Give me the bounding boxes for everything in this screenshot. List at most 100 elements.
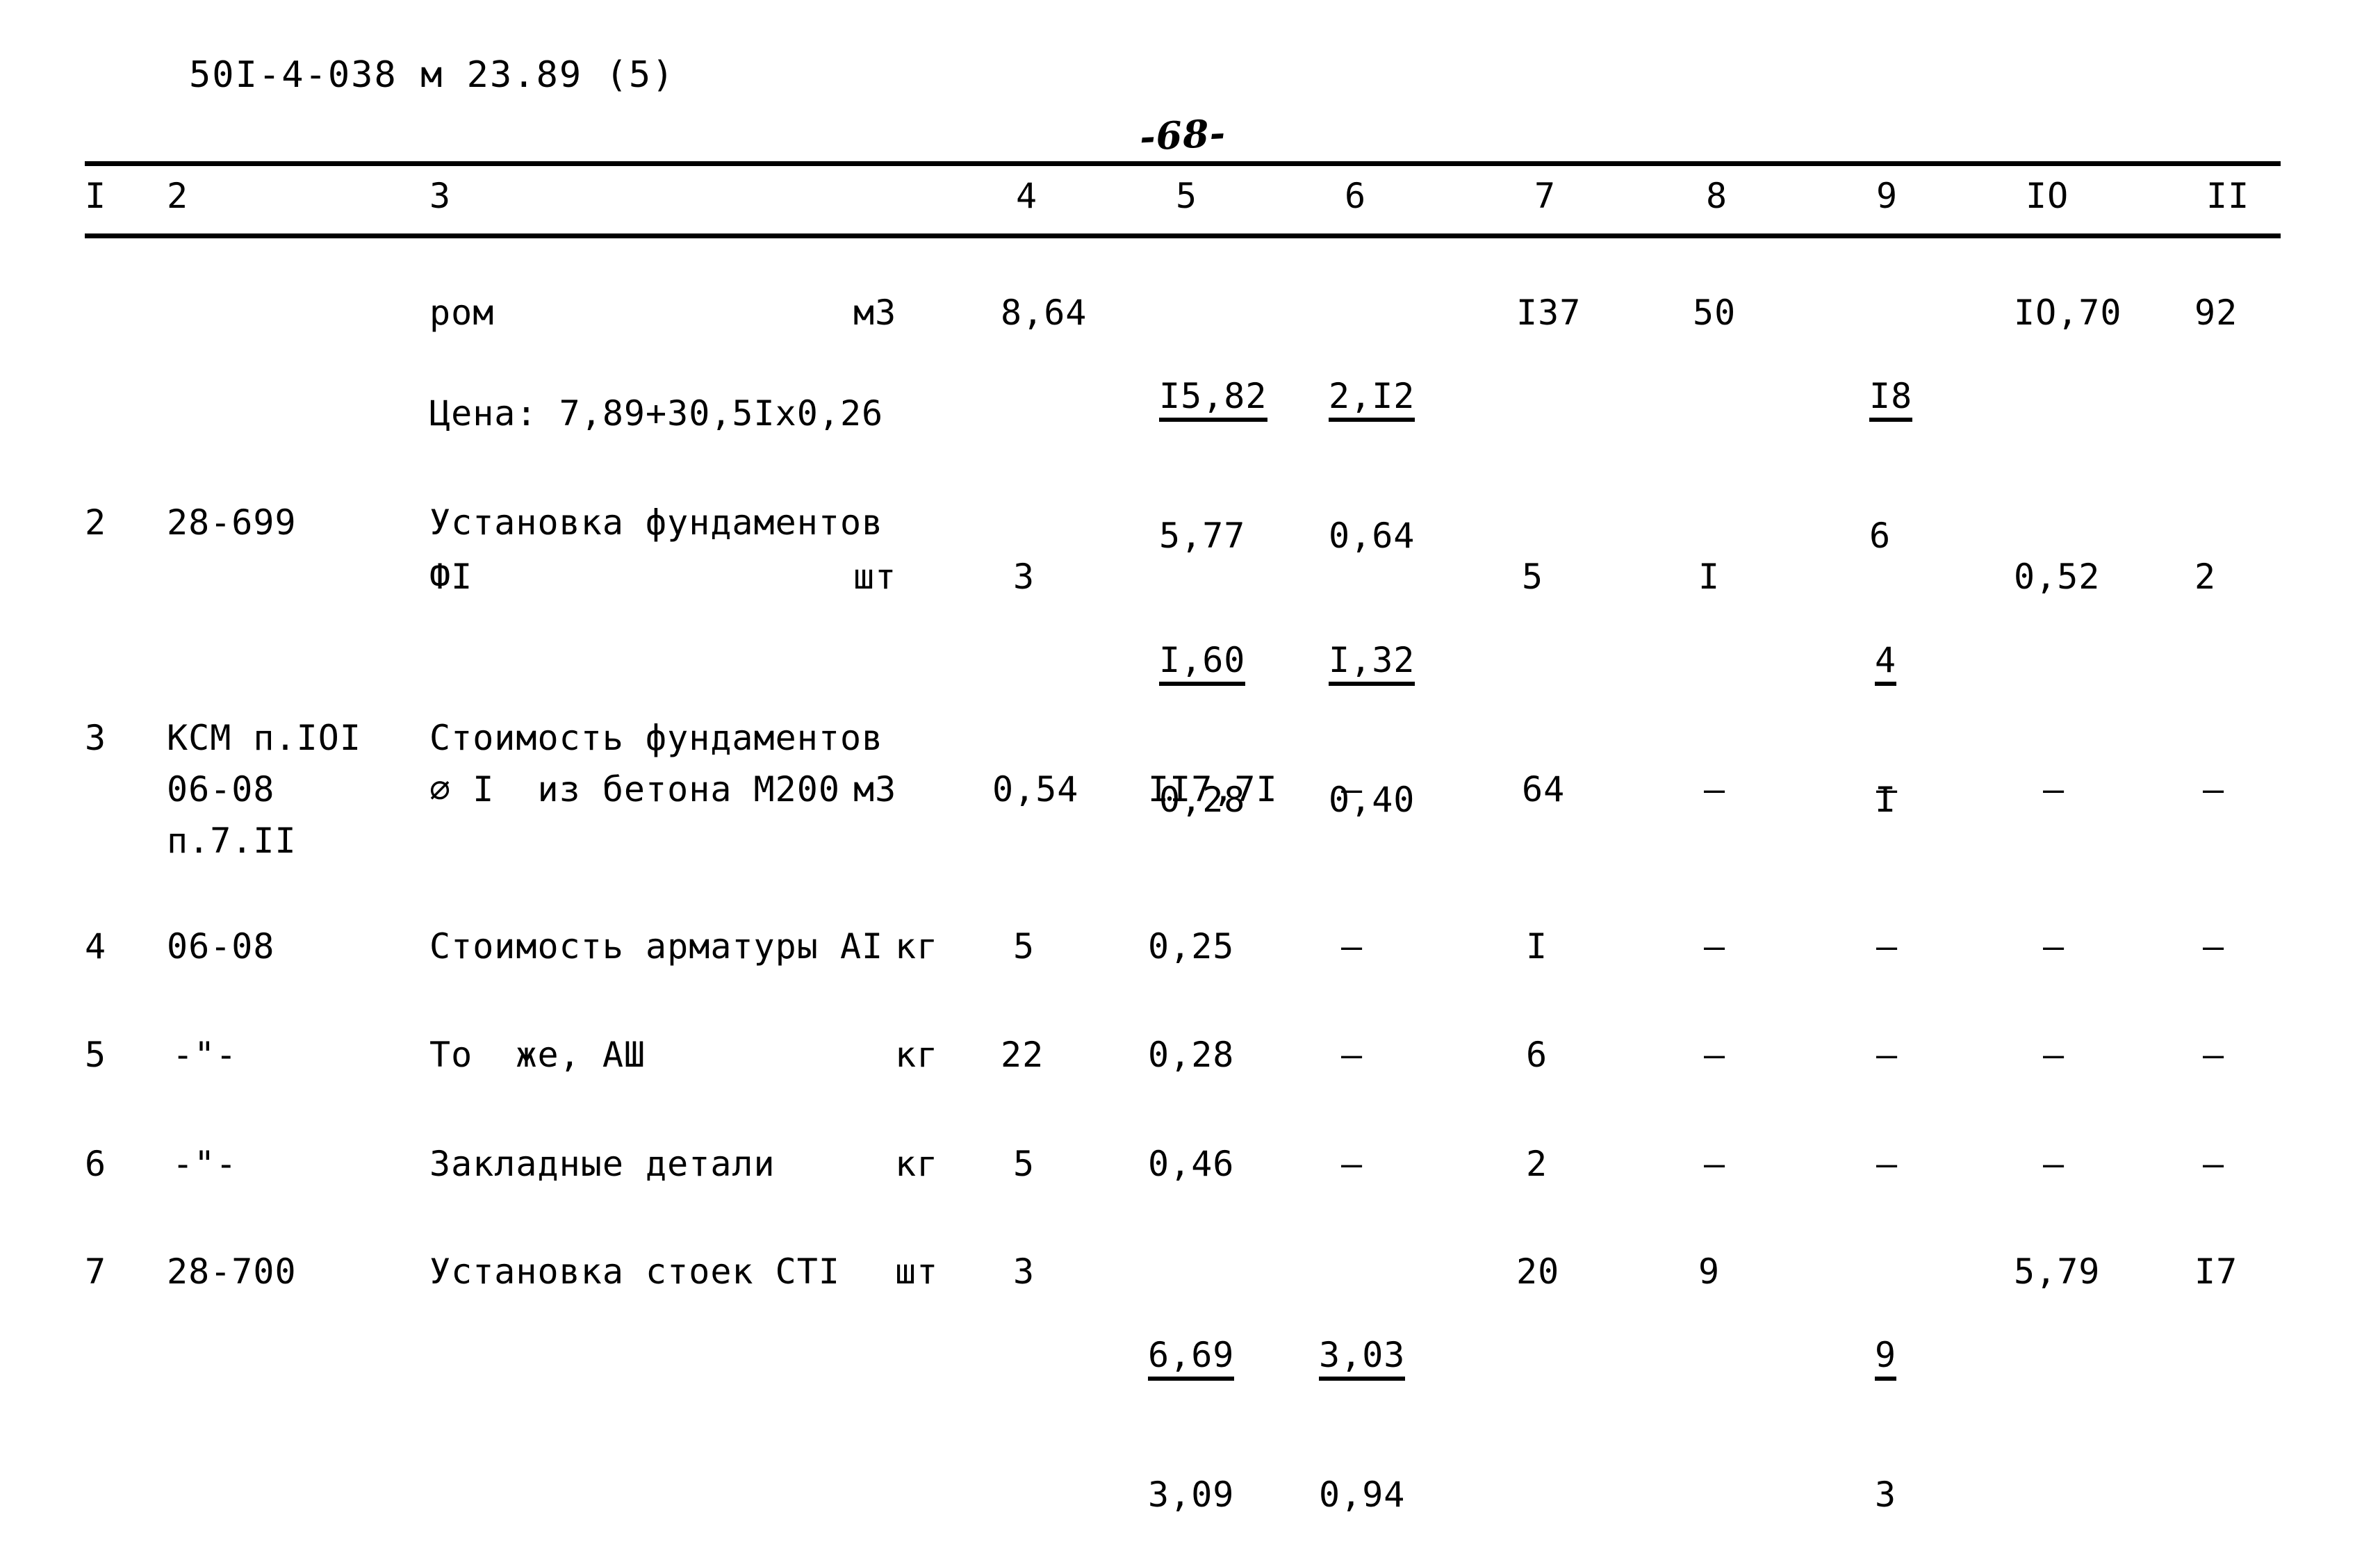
row-1-col5-lower: 5,77 (1159, 516, 1246, 556)
row-1-col7: I37 (1516, 293, 1582, 333)
row-4-col2: 06-08 (167, 926, 275, 967)
column-header-7: 7 (1534, 176, 1557, 216)
row-7-col4: 3 (1013, 1251, 1035, 1292)
row-6-col8: – (1704, 1144, 1726, 1184)
row-4-unit: кг (895, 926, 939, 967)
column-header-3: 3 (429, 176, 452, 216)
row-3-col4: 0,54 (992, 769, 1079, 810)
row-3-col10: – (2043, 769, 2065, 810)
row-2-col10: 0,52 (2014, 557, 2101, 597)
row-1-col11: 92 (2194, 293, 2238, 333)
row-1-price-note: Цена: 7,89+30,5Iх0,26 (429, 393, 884, 434)
column-header-4: 4 (1016, 176, 1038, 216)
row-3-col6: – (1341, 769, 1363, 810)
column-header-10: IO (2026, 176, 2069, 216)
row-1-description: ром (429, 293, 495, 333)
row-2-description-line1: Установка фундаментов (429, 502, 884, 543)
row-6-col2: -"- (172, 1144, 238, 1184)
row-2-col9-upper: 4 (1875, 639, 1897, 686)
row-6-col5: 0,46 (1148, 1144, 1235, 1184)
row-5-col8: – (1704, 1035, 1726, 1075)
row-6-unit: кг (895, 1144, 939, 1184)
row-4-col11: – (2203, 926, 2225, 967)
row-7-col7: 20 (1516, 1251, 1560, 1292)
row-7-col10: 5,79 (2014, 1251, 2101, 1292)
row-3-col7: 64 (1522, 769, 1566, 810)
row-4-col9: – (1876, 926, 1898, 967)
column-header-6: 6 (1345, 176, 1367, 216)
row-1-col8: 50 (1693, 293, 1737, 333)
row-6-col7: 2 (1526, 1144, 1548, 1184)
row-4-col8: – (1704, 926, 1726, 967)
estimate-table: I 2 3 4 5 6 7 8 9 IO II ром м3 8,64 I5,8… (0, 0, 2380, 1560)
row-2-col8: I (1698, 557, 1721, 597)
row-7-col11: I7 (2194, 1251, 2238, 1292)
row-2-unit: шт (853, 557, 897, 597)
row-3-col9: – (1876, 769, 1898, 810)
row-5-col7: 6 (1526, 1035, 1548, 1075)
row-1-col6-upper: 2,I2 (1329, 375, 1415, 422)
row-5-unit: кг (895, 1035, 939, 1075)
row-3-unit: м3 (853, 769, 897, 810)
row-4-col4: 5 (1013, 926, 1035, 967)
row-7-col1: 7 (85, 1251, 107, 1292)
row-3-col5: II7,7I (1148, 769, 1278, 810)
row-1-col6-lower: 0,64 (1329, 516, 1415, 556)
row-4-col5: 0,25 (1148, 926, 1235, 967)
row-5-col2: -"- (172, 1035, 238, 1075)
row-3-description-line1: Стоимость фундаментов (429, 718, 884, 758)
row-7-col6: 3,03 0,94 (1319, 1251, 1449, 1560)
row-5-col10: – (2043, 1035, 2065, 1075)
row-7-description: Установка стоек СТI (429, 1251, 840, 1292)
row-3-col11: – (2203, 769, 2225, 810)
row-3-col1: 3 (85, 718, 107, 758)
row-2-col1: 2 (85, 502, 107, 543)
row-4-col7: I (1526, 926, 1548, 967)
row-7-col5-upper: 6,69 (1148, 1334, 1235, 1381)
column-header-2: 2 (167, 176, 189, 216)
scanned-page: 50I-4-038 м 23.89 (5) -68- I 2 3 4 5 6 7… (0, 0, 2380, 1560)
column-header-5: 5 (1176, 176, 1198, 216)
row-4-description: Стоимость арматуры АI (429, 926, 884, 967)
row-1-col9-lower: 6 (1869, 516, 1891, 556)
row-1-col9-upper: I8 (1869, 375, 1913, 422)
row-1-col5-upper: I5,82 (1159, 375, 1267, 422)
row-7-col6-lower: 0,94 (1319, 1475, 1406, 1515)
row-7-col2: 28-700 (167, 1251, 297, 1292)
row-2-description-line2: ФI (429, 557, 473, 597)
column-header-11: II (2206, 176, 2250, 216)
row-4-col6: – (1341, 926, 1363, 967)
row-2-col2: 28-699 (167, 502, 297, 543)
row-4-col1: 4 (85, 926, 107, 967)
row-2-col6-upper: I,32 (1329, 639, 1415, 686)
row-2-col9: 4 I (1875, 556, 2005, 904)
row-7-col5-lower: 3,09 (1148, 1475, 1235, 1515)
row-5-col9: – (1876, 1035, 1898, 1075)
row-6-col11: – (2203, 1144, 2225, 1184)
row-5-col11: – (2203, 1035, 2225, 1075)
row-7-col6-upper: 3,03 (1319, 1334, 1406, 1381)
row-4-col10: – (2043, 926, 2065, 967)
row-5-col5: 0,28 (1148, 1035, 1235, 1075)
row-7-col5: 6,69 3,09 (1148, 1251, 1278, 1560)
row-3-description-line2: ∅ I из бетона М200 (429, 769, 840, 810)
row-2-col5-upper: I,60 (1159, 639, 1246, 686)
row-1-unit: м3 (853, 293, 897, 333)
row-1-col4: 8,64 (1001, 293, 1088, 333)
row-5-col1: 5 (85, 1035, 107, 1075)
column-header-9: 9 (1876, 176, 1898, 216)
row-7-unit: шт (895, 1251, 939, 1292)
row-6-col9: – (1876, 1144, 1898, 1184)
row-6-col10: – (2043, 1144, 2065, 1184)
row-6-col6: – (1341, 1144, 1363, 1184)
row-3-col2-line1: КСМ п.IОI (167, 718, 361, 758)
row-2-col7: 5 (1522, 557, 1544, 597)
row-2-col5: I,60 0,28 (1159, 556, 1289, 904)
row-5-col4: 22 (1001, 1035, 1044, 1075)
column-header-1: I (85, 176, 107, 216)
row-7-col9-lower: 3 (1875, 1475, 1897, 1515)
row-2-col11: 2 (2194, 557, 2217, 597)
row-6-description: Закладные детали (429, 1144, 775, 1184)
row-6-col1: 6 (85, 1144, 107, 1184)
row-3-col2-line3: п.7.II (167, 821, 297, 861)
